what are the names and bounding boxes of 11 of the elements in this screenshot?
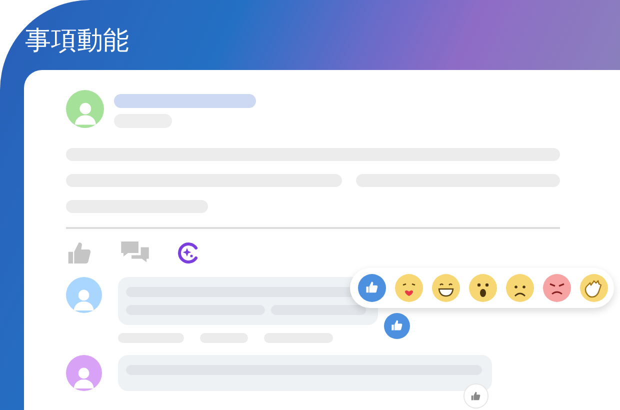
like-icon	[384, 313, 410, 339]
sparkle-icon[interactable]	[176, 241, 200, 265]
surprised-face-icon[interactable]	[469, 274, 497, 302]
kissing-face-icon[interactable]	[395, 274, 423, 302]
section-title: 事項動能	[25, 26, 129, 56]
like-icon[interactable]	[358, 274, 386, 302]
grinning-face-icon[interactable]	[432, 274, 460, 302]
waving-hand-icon[interactable]	[580, 274, 608, 302]
sad-face-icon[interactable]	[506, 274, 534, 302]
angry-face-icon[interactable]	[543, 274, 571, 302]
like-icon[interactable]	[463, 383, 489, 409]
